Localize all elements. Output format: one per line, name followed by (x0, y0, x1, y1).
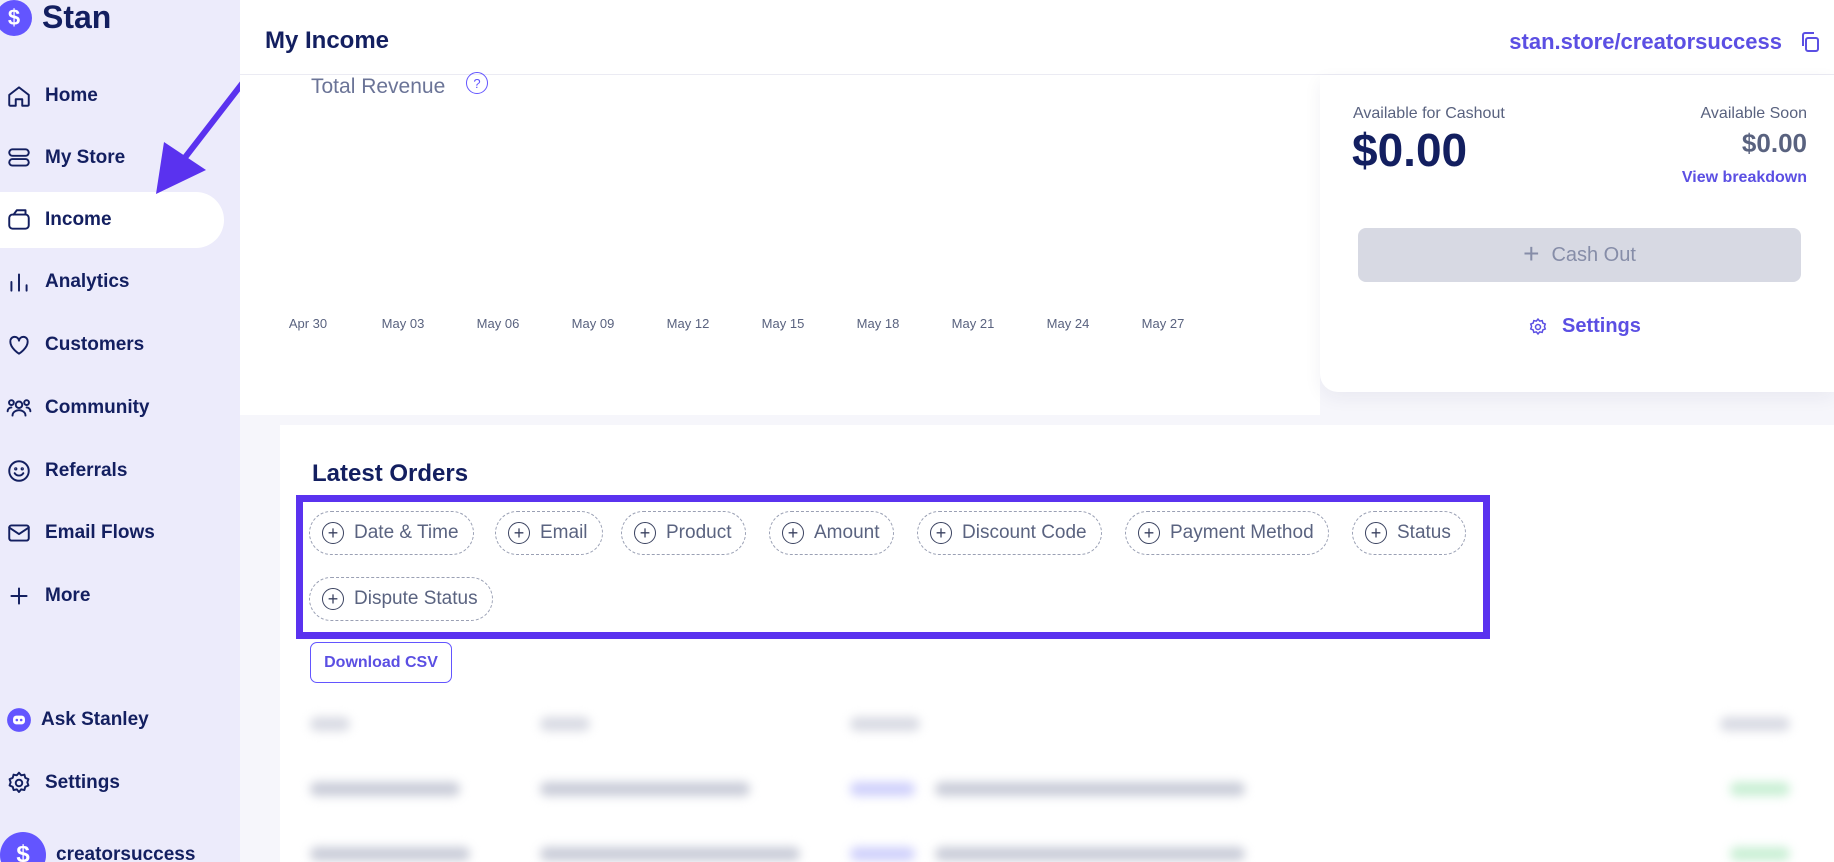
available-soon-amount: $0.00 (1741, 128, 1807, 158)
x-tick-label: May 15 (762, 316, 805, 331)
cash-out-button[interactable]: + Cash Out (1358, 228, 1801, 282)
sidebar-item-ask-stanley[interactable]: Ask Stanley (0, 692, 224, 748)
brand-name: Stan (42, 0, 112, 35)
available-soon-label: Available Soon (1700, 105, 1807, 122)
bar-chart-icon (5, 268, 33, 296)
filter-label: Amount (814, 522, 880, 543)
filter-chip-dispute-status[interactable]: + Dispute Status (309, 577, 493, 621)
add-circle-icon: + (1365, 522, 1387, 544)
user-name: creatorsuccess (56, 844, 196, 862)
filter-label: Discount Code (962, 522, 1087, 543)
view-breakdown-link[interactable]: View breakdown (1682, 169, 1807, 187)
available-label: Available for Cashout (1353, 105, 1505, 122)
latest-orders-panel: Latest Orders + Date & Time + Email + Pr… (280, 425, 1834, 862)
x-tick-label: May 27 (1142, 316, 1185, 331)
sidebar-item-more[interactable]: More (0, 568, 224, 624)
page-title: My Income (265, 27, 390, 54)
store-icon (5, 144, 33, 172)
section-title: Latest Orders (312, 460, 469, 487)
x-tick-label: May 21 (952, 316, 995, 331)
x-tick-label: May 12 (667, 316, 710, 331)
x-tick-label: Apr 30 (289, 316, 327, 331)
user-profile[interactable]: $ creatorsuccess (0, 832, 195, 862)
top-bar: My Income stan.store/creatorsuccess (240, 0, 1834, 75)
sidebar-item-customers[interactable]: Customers (0, 317, 224, 373)
sidebar-item-label: Settings (45, 772, 120, 793)
x-tick-label: May 18 (857, 316, 900, 331)
add-circle-icon: + (782, 522, 804, 544)
sidebar-item-label: Ask Stanley (41, 709, 149, 730)
plus-icon (5, 582, 33, 610)
x-tick-label: May 24 (1047, 316, 1090, 331)
plus-icon: + (1523, 237, 1540, 269)
sidebar-item-label: Analytics (45, 271, 130, 292)
mail-icon (5, 519, 33, 547)
smile-icon (5, 457, 33, 485)
store-link[interactable]: stan.store/creatorsuccess (1509, 29, 1782, 55)
home-icon (5, 82, 33, 110)
avatar: $ (0, 832, 46, 862)
add-circle-icon: + (930, 522, 952, 544)
table-header-row (310, 705, 1800, 745)
sidebar-item-analytics[interactable]: Analytics (0, 254, 224, 310)
download-csv-button[interactable]: Download CSV (310, 642, 452, 683)
filter-label: Date & Time (354, 522, 459, 543)
filter-chip-date-time[interactable]: + Date & Time (309, 511, 474, 555)
filter-chip-email[interactable]: + Email (495, 511, 603, 555)
sidebar-item-community[interactable]: Community (0, 380, 224, 436)
cashout-panel: Available for Cashout $0.00 Available So… (1320, 75, 1834, 392)
sidebar-item-label: Community (45, 397, 150, 418)
sidebar-item-label: More (45, 585, 91, 606)
add-circle-icon: + (1138, 522, 1160, 544)
gear-icon (1529, 317, 1547, 335)
table-row[interactable] (310, 770, 1800, 810)
sidebar-item-settings[interactable]: Settings (0, 755, 224, 811)
sidebar-item-label: Customers (45, 334, 145, 355)
filter-chip-payment-method[interactable]: + Payment Method (1125, 511, 1329, 555)
cash-out-label: Cash Out (1551, 243, 1636, 266)
cashout-settings-link[interactable]: Settings (1528, 315, 1641, 338)
x-tick-label: May 09 (572, 316, 615, 331)
sidebar-item-label: Home (45, 85, 98, 106)
revenue-chart: Apr 30 May 03 May 06 May 09 May 12 May 15 May … (289, 316, 1185, 331)
brand-logo-icon: $ (0, 0, 32, 36)
orders-table-blurred (310, 705, 1800, 862)
add-circle-icon: + (508, 522, 530, 544)
table-row[interactable] (310, 835, 1800, 862)
filter-chip-product[interactable]: + Product (621, 511, 747, 555)
brand[interactable]: $ Stan (0, 0, 111, 38)
add-circle-icon: + (322, 522, 344, 544)
heart-icon (5, 331, 33, 359)
sidebar-item-label: Email Flows (45, 522, 155, 543)
x-tick-label: May 03 (382, 316, 425, 331)
revenue-chart-panel: Total Revenue ? Apr 30 May 03 May 06 May 09… (240, 72, 1320, 415)
settings-label: Settings (1562, 315, 1641, 337)
copy-icon[interactable] (1798, 30, 1822, 54)
filter-chip-status[interactable]: + Status (1352, 511, 1466, 555)
sidebar-item-referrals[interactable]: Referrals (0, 443, 224, 499)
x-tick-label: May 06 (477, 316, 520, 331)
sidebar-item-label: Referrals (45, 460, 128, 481)
add-circle-icon: + (634, 522, 656, 544)
filter-label: Email (540, 522, 588, 543)
filter-chip-amount[interactable]: + Amount (769, 511, 895, 555)
filter-label: Status (1397, 522, 1451, 543)
add-circle-icon: + (322, 588, 344, 610)
sidebar-item-label: My Store (45, 147, 126, 168)
gear-icon (5, 769, 33, 797)
available-amount: $0.00 (1352, 124, 1468, 176)
sidebar-item-label: Income (45, 209, 112, 230)
wallet-icon (5, 206, 33, 234)
filter-label: Product (666, 522, 732, 543)
filter-chip-discount-code[interactable]: + Discount Code (917, 511, 1102, 555)
filter-label: Dispute Status (354, 588, 478, 609)
users-icon (5, 394, 33, 422)
sidebar-item-email-flows[interactable]: Email Flows (0, 505, 224, 561)
filter-label: Payment Method (1170, 522, 1314, 543)
sidebar-item-income[interactable]: Income (0, 192, 224, 248)
robot-icon (5, 706, 33, 734)
